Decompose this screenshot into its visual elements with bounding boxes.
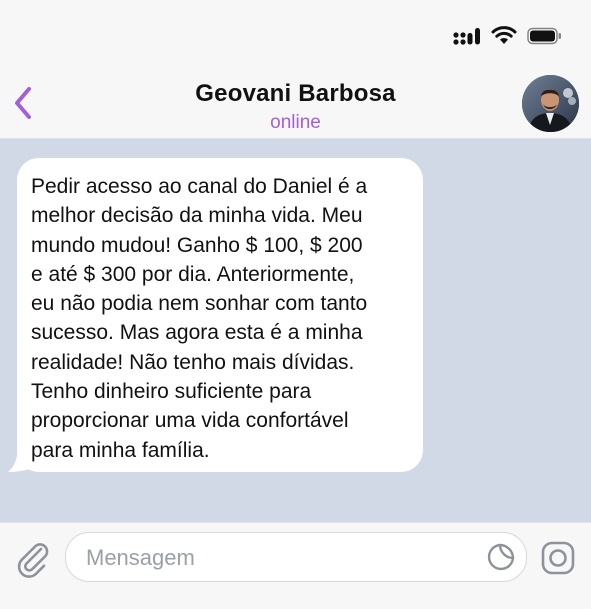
attach-button[interactable] — [14, 540, 52, 578]
avatar-photo — [522, 75, 579, 132]
status-bar — [0, 0, 591, 70]
status-icons — [453, 26, 563, 50]
chat-header: Geovani Barbosa online — [0, 70, 591, 139]
message-field[interactable] — [65, 532, 527, 582]
paperclip-icon — [14, 543, 52, 582]
message-bubble[interactable]: Pedir acesso ao canal do Daniel é a melh… — [17, 158, 423, 472]
camera-icon — [540, 541, 576, 580]
sticker-button[interactable] — [486, 542, 516, 572]
wifi-icon — [491, 26, 517, 50]
contact-name: Geovani Barbosa — [195, 80, 396, 107]
contact-status: online — [270, 112, 321, 133]
sticker-icon — [486, 543, 516, 576]
message-text: Pedir acesso ao canal do Daniel é a melh… — [31, 175, 368, 462]
contact-info[interactable]: Geovani Barbosa online — [0, 80, 591, 134]
camera-button[interactable] — [540, 540, 576, 576]
composer-bar — [0, 522, 591, 609]
battery-icon — [527, 27, 563, 50]
signal-icon — [453, 27, 481, 50]
message-input[interactable] — [84, 539, 478, 577]
chat-area[interactable]: Pedir acesso ao canal do Daniel é a melh… — [0, 139, 591, 522]
avatar[interactable] — [522, 75, 579, 132]
